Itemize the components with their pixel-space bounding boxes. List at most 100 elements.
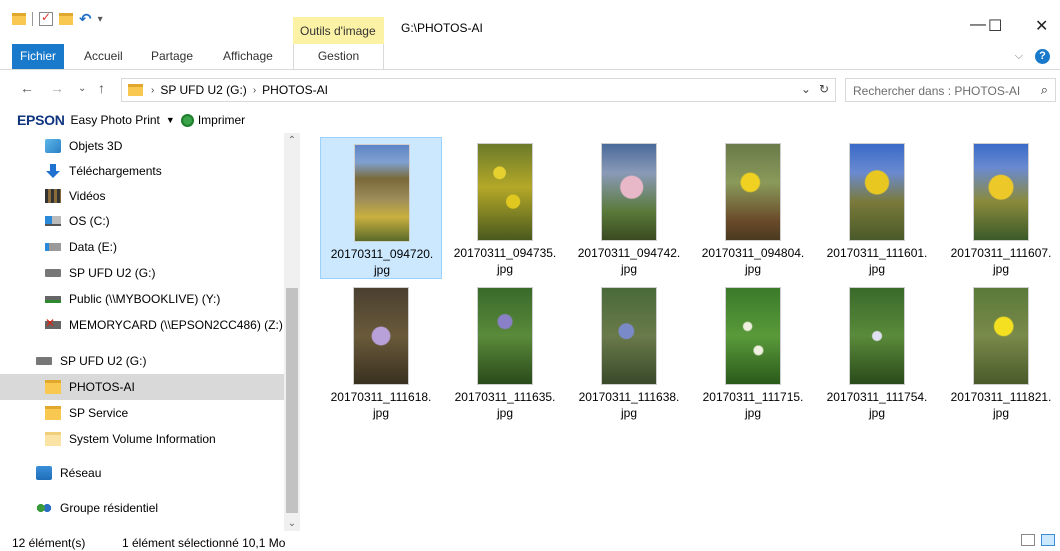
nav-item-sp-ufd-u2[interactable]: SP UFD U2 (G:) <box>0 260 284 286</box>
nav-item-label: Objets 3D <box>69 139 123 153</box>
photo-thumbnail <box>601 287 657 385</box>
nav-item-system-volume-information[interactable]: System Volume Information <box>0 426 284 452</box>
file-name: 20170311_111821. jpg <box>950 390 1052 420</box>
photo-thumbnail <box>725 143 781 241</box>
nav-item-videos[interactable]: Vidéos <box>0 183 284 209</box>
file-name: 20170311_111607. jpg <box>950 246 1052 276</box>
file-item[interactable]: 20170311_111754. jpg <box>816 281 938 423</box>
customize-toolbar-icon[interactable]: ▾ <box>98 14 103 25</box>
os-drive-icon <box>45 216 61 226</box>
recent-locations-icon[interactable]: ⌄ <box>78 83 86 94</box>
nav-item-sp-service[interactable]: SP Service <box>0 400 284 426</box>
details-view-icon[interactable] <box>1021 534 1035 546</box>
scroll-up-icon[interactable]: ⌃ <box>284 135 300 146</box>
download-icon <box>45 164 61 178</box>
photo-thumbnail <box>973 143 1029 241</box>
nav-item-memorycard-z[interactable]: MEMORYCARD (\\EPSON2CC486) (Z:) <box>0 312 284 338</box>
nav-item-data-e[interactable]: Data (E:) <box>0 234 284 260</box>
breadcrumb-folder[interactable]: PHOTOS-AI <box>262 83 328 97</box>
search-input[interactable]: Rechercher dans : PHOTOS-AI <box>853 84 1020 98</box>
help-icon[interactable]: ? <box>1035 49 1050 64</box>
chevron-right-icon[interactable]: › <box>151 85 154 96</box>
search-icon[interactable]: ⌕ <box>1041 82 1048 98</box>
nav-scrollbar[interactable]: ⌃ ⌄ <box>284 133 300 531</box>
file-name: 20170311_111601. jpg <box>826 246 928 276</box>
file-item[interactable]: 20170311_094804. jpg <box>692 137 814 279</box>
nav-item-os-c[interactable]: OS (C:) <box>0 208 284 234</box>
file-item[interactable]: 20170311_111638. jpg <box>568 281 690 423</box>
forward-arrow-icon[interactable]: → <box>50 80 64 96</box>
file-name: 20170311_094720. jpg <box>330 247 434 277</box>
file-item[interactable]: 20170311_111821. jpg <box>940 281 1060 423</box>
expand-ribbon-icon[interactable]: ⌵ <box>1015 50 1023 63</box>
ribbon-tabs: Fichier Accueil Partage Affichage Gestio… <box>0 44 1060 70</box>
large-icons-view-icon[interactable] <box>1041 534 1055 546</box>
file-item[interactable]: 20170311_111607. jpg <box>940 137 1060 279</box>
nav-item-public-y[interactable]: Public (\\MYBOOKLIVE) (Y:) <box>0 286 284 312</box>
file-item[interactable]: 20170311_094735. jpg <box>444 137 566 279</box>
drive-icon <box>45 243 61 251</box>
tab-gestion[interactable]: Gestion <box>293 44 384 69</box>
nav-item-groupe-residentiel[interactable]: Groupe résidentiel <box>0 495 284 521</box>
nav-item-reseau[interactable]: Réseau <box>0 460 284 486</box>
ribbon-controls: ⌵ ? <box>1015 49 1050 64</box>
nav-item-label: Data (E:) <box>69 240 118 254</box>
new-folder-icon[interactable] <box>59 13 73 25</box>
file-view: 20170311_094720. jpg 20170311_094735. jpg … <box>308 133 1060 531</box>
photo-thumbnail <box>601 143 657 241</box>
minimize-button[interactable]: — <box>970 16 986 34</box>
maximize-button[interactable]: ☐ <box>988 16 1002 36</box>
epson-logo: EPSON <box>17 112 65 128</box>
navigation-pane: Objets 3D Téléchargements Vidéos OS (C:)… <box>0 133 300 531</box>
usb-drive-icon <box>36 357 52 365</box>
tab-accueil[interactable]: Accueil <box>72 44 135 69</box>
easy-photo-print-button[interactable]: Easy Photo Print <box>71 113 160 127</box>
nav-item-objets-3d[interactable]: Objets 3D <box>0 133 284 159</box>
back-arrow-icon[interactable]: ← <box>20 80 34 96</box>
contextual-tab-label: Outils d'image <box>300 24 376 38</box>
caret-down-icon[interactable]: ▼ <box>166 115 175 125</box>
chevron-right-icon[interactable]: › <box>253 85 256 96</box>
file-item[interactable]: 20170311_111601. jpg <box>816 137 938 279</box>
file-item[interactable]: 20170311_094742. jpg <box>568 137 690 279</box>
tab-partage[interactable]: Partage <box>139 44 205 69</box>
nav-item-photos-ai[interactable]: PHOTOS-AI <box>0 374 284 400</box>
disconnected-drive-icon <box>45 316 61 330</box>
status-bar: 12 élément(s) 1 élément sélectionné 10,1… <box>0 531 1060 551</box>
file-item[interactable]: 20170311_094720. jpg <box>320 137 442 279</box>
properties-icon[interactable] <box>39 10 53 26</box>
scroll-down-icon[interactable]: ⌄ <box>284 518 300 529</box>
file-name: 20170311_111635. jpg <box>454 390 556 420</box>
nav-item-label: PHOTOS-AI <box>69 380 135 394</box>
nav-item-label: OS (C:) <box>69 214 110 228</box>
undo-icon[interactable]: ↶ <box>79 10 92 28</box>
photo-thumbnail <box>477 143 533 241</box>
cube-icon <box>45 139 61 153</box>
file-item[interactable]: 20170311_111618. jpg <box>320 281 442 423</box>
search-box[interactable]: Rechercher dans : PHOTOS-AI ⌕ <box>845 78 1056 102</box>
refresh-icon[interactable]: ↻ <box>819 82 829 96</box>
scroll-thumb[interactable] <box>286 288 298 513</box>
network-drive-icon <box>45 295 61 303</box>
usb-drive-icon <box>45 269 61 277</box>
close-button[interactable]: ✕ <box>1035 16 1048 36</box>
up-arrow-icon[interactable]: ↑ <box>98 80 105 96</box>
address-bar[interactable]: › SP UFD U2 (G:) › PHOTOS-AI ⌄ ↻ <box>121 78 836 102</box>
nav-item-label: Public (\\MYBOOKLIVE) (Y:) <box>69 292 221 306</box>
nav-item-label: Réseau <box>60 466 102 480</box>
folder-icon <box>45 406 61 420</box>
folder-icon[interactable] <box>12 13 26 25</box>
file-item[interactable]: 20170311_111715. jpg <box>692 281 814 423</box>
tab-affichage[interactable]: Affichage <box>211 44 285 69</box>
chevron-down-icon[interactable]: ⌄ <box>801 82 811 96</box>
item-count: 12 élément(s) <box>12 536 86 550</box>
tab-fichier[interactable]: Fichier <box>12 44 65 69</box>
nav-item-telechargements[interactable]: Téléchargements <box>0 158 284 184</box>
breadcrumb-drive[interactable]: SP UFD U2 (G:) <box>160 83 246 97</box>
print-icon[interactable] <box>180 113 194 127</box>
nav-item-sp-ufd-u2-root[interactable]: SP UFD U2 (G:) <box>0 348 284 374</box>
photo-thumbnail <box>477 287 533 385</box>
quick-access-toolbar: ↶ ▾ <box>12 10 103 28</box>
print-button[interactable]: Imprimer <box>198 113 245 127</box>
file-item[interactable]: 20170311_111635. jpg <box>444 281 566 423</box>
